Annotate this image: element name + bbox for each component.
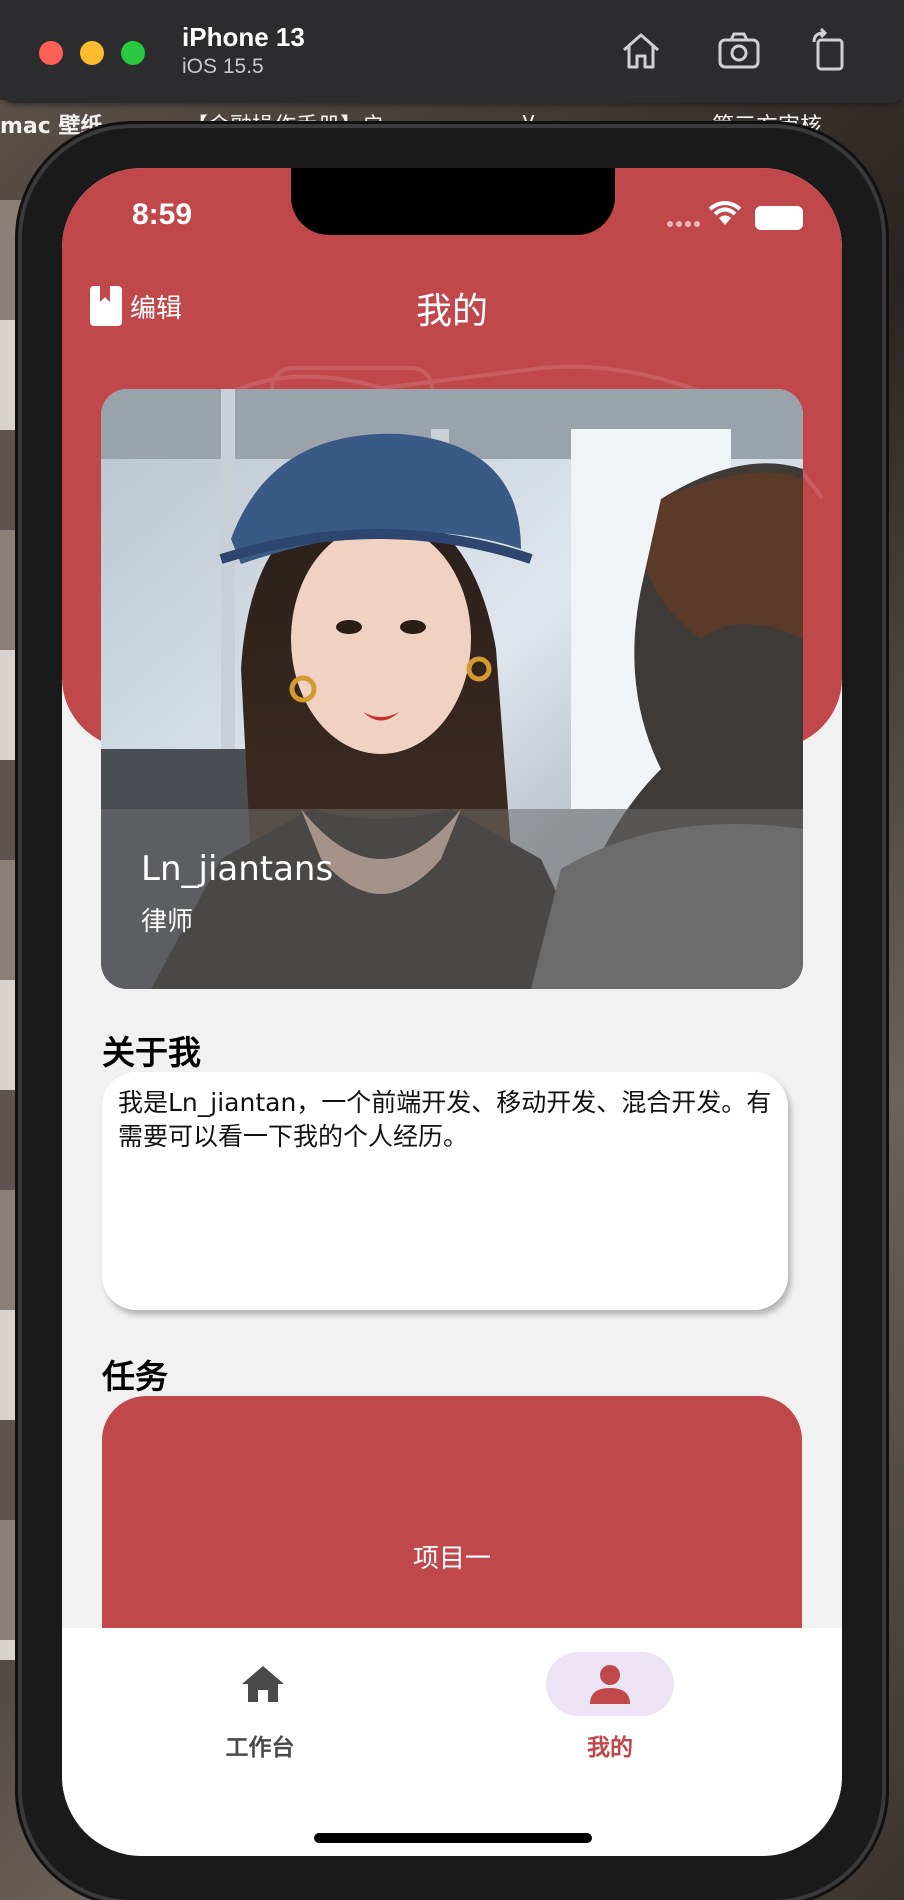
phone-notch xyxy=(291,168,615,235)
phone-screen: 8:59 编辑 我的 Ln_jiantans 律师 关于我 我是Ln_jiant… xyxy=(62,168,842,1856)
tasks-section-title: 任务 xyxy=(102,1357,168,1396)
home-icon xyxy=(242,1666,284,1702)
about-card: 我是Ln_jiantan，一个前端开发、移动开发、混合开发。有需要可以看一下我的… xyxy=(102,1072,788,1310)
status-time: 8:59 xyxy=(132,198,193,231)
person-icon xyxy=(590,1665,630,1704)
home-icon[interactable] xyxy=(618,28,664,74)
photo-caption-overlay xyxy=(101,809,803,989)
task-label: 项目一 xyxy=(412,1544,491,1574)
battery-icon xyxy=(755,206,803,230)
tab-label: 工作台 xyxy=(225,1735,295,1761)
wifi-icon xyxy=(708,201,742,225)
simulator-titlebar: iPhone 13 iOS 15.5 xyxy=(0,0,904,103)
zoom-window-button[interactable] xyxy=(121,41,145,65)
profile-role: 律师 xyxy=(141,907,194,937)
signal-icon xyxy=(667,221,700,227)
desktop-label: mac 壁纸 xyxy=(0,114,103,139)
profile-name: Ln_jiantans xyxy=(141,849,334,889)
profile-photo-card[interactable]: Ln_jiantans 律师 xyxy=(101,389,803,989)
tab-label: 我的 xyxy=(587,1735,633,1761)
page-title: 我的 xyxy=(415,291,488,332)
device-name: iPhone 13 xyxy=(182,22,305,52)
about-section-title: 关于我 xyxy=(102,1033,201,1072)
screenshot-icon[interactable] xyxy=(716,28,762,74)
tab-bar: 工作台 我的 xyxy=(62,1628,842,1856)
rotate-icon[interactable] xyxy=(808,28,854,74)
close-window-button[interactable] xyxy=(39,41,63,65)
home-indicator xyxy=(314,1833,592,1843)
minimize-window-button[interactable] xyxy=(80,41,104,65)
tab-mine[interactable]: 我的 xyxy=(546,1628,746,1768)
device-os-version: iOS 15.5 xyxy=(182,55,264,78)
tab-workbench[interactable]: 工作台 xyxy=(160,1628,360,1768)
